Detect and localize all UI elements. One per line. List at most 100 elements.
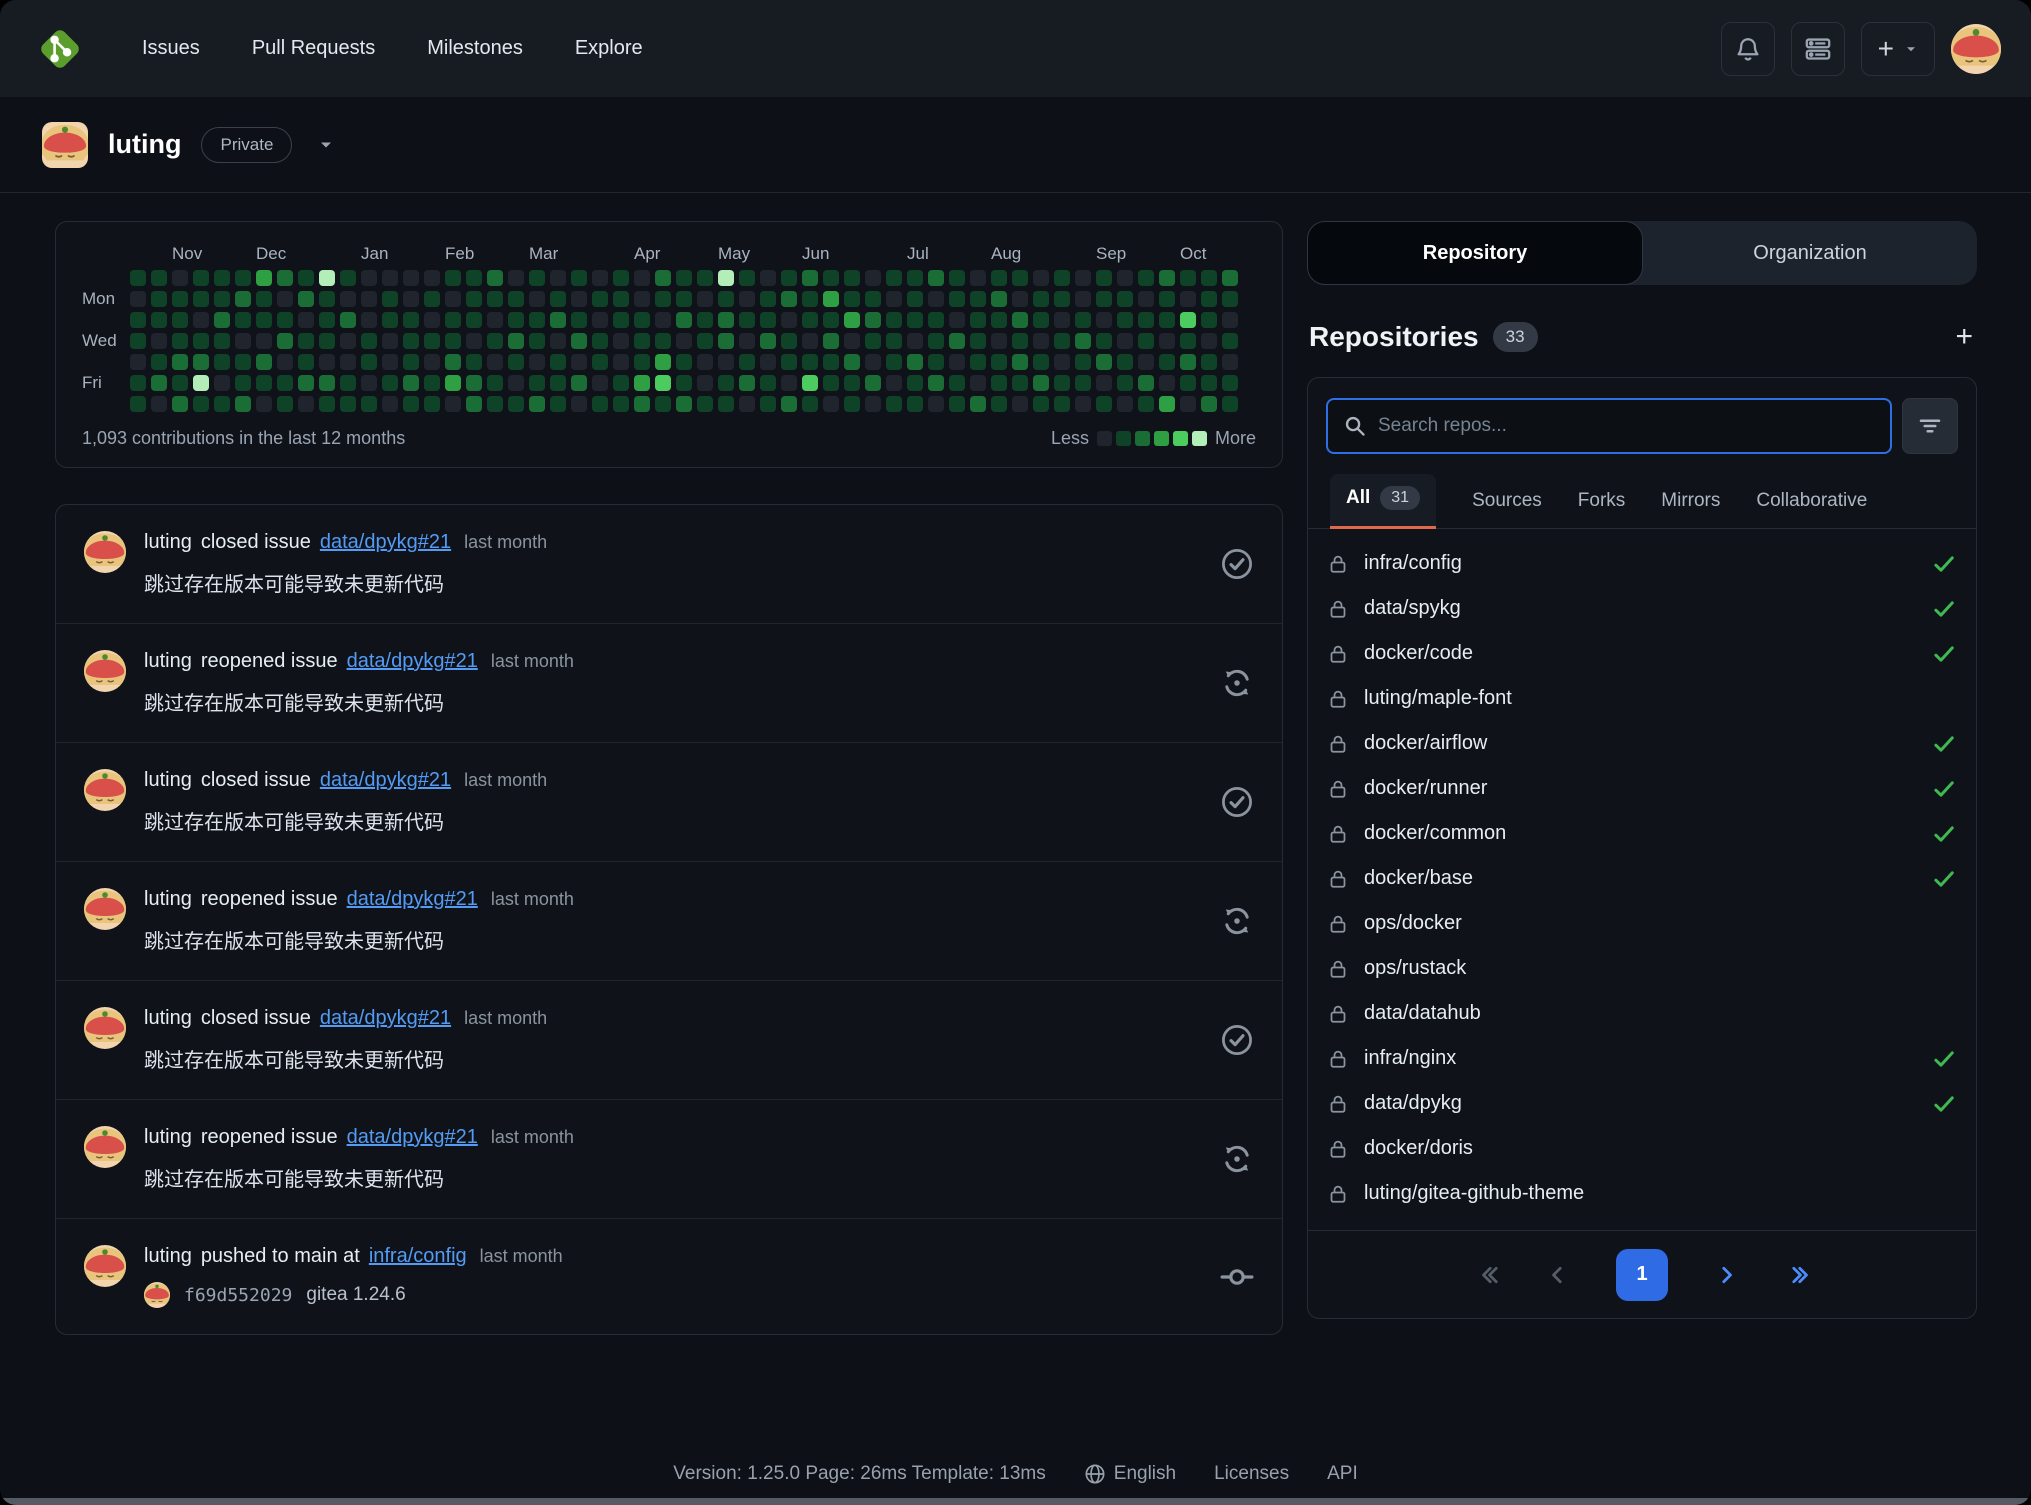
feed-target-link[interactable]: data/dpykg#21 [347, 1126, 478, 1149]
prev-page-button[interactable] [1546, 1263, 1570, 1287]
nav-link-explore[interactable]: Explore [575, 37, 643, 60]
repo-row[interactable]: data/dpykg [1328, 1081, 1956, 1126]
heatmap-cell [1033, 333, 1049, 349]
repo-filter-tab-all[interactable]: All31 [1330, 474, 1436, 529]
user-avatar[interactable] [1951, 24, 2001, 74]
commit-hash-link[interactable]: f69d552029 [184, 1285, 292, 1306]
gitea-logo-icon[interactable] [34, 23, 86, 75]
feed-avatar [84, 888, 126, 930]
repo-row[interactable]: luting/maple-font [1328, 676, 1956, 721]
heatmap-cell [214, 312, 230, 328]
heatmap-cell [151, 312, 167, 328]
feed-actor[interactable]: luting [144, 1126, 192, 1149]
repo-row[interactable]: docker/airflow [1328, 721, 1956, 766]
current-page-button[interactable]: 1 [1616, 1249, 1668, 1301]
repo-row[interactable]: docker/doris [1328, 1126, 1956, 1171]
repo-filter-tab-sources[interactable]: Sources [1472, 478, 1542, 528]
repo-row[interactable]: infra/nginx [1328, 1036, 1956, 1081]
heatmap-cell [214, 270, 230, 286]
heatmap-cell [550, 291, 566, 307]
heatmap-cell [193, 291, 209, 307]
check-icon [1932, 732, 1956, 756]
feed-target-link[interactable]: data/dpykg#21 [320, 769, 451, 792]
next-page-button[interactable] [1714, 1263, 1738, 1287]
lock-icon [1328, 824, 1348, 844]
repo-row[interactable]: docker/base [1328, 856, 1956, 901]
heatmap-cell [130, 270, 146, 286]
feed-action: reopened issue [201, 1126, 338, 1149]
repo-row[interactable]: infra/config [1328, 541, 1956, 586]
repo-row[interactable]: docker/runner [1328, 766, 1956, 811]
feed-target-link[interactable]: data/dpykg#21 [347, 650, 478, 673]
repo-row[interactable]: data/spykg [1328, 586, 1956, 631]
feed-target-link[interactable]: data/dpykg#21 [320, 1007, 451, 1030]
feed-issue-title: 跳过存在版本可能导致未更新代码 [144, 806, 1202, 835]
heatmap-cell [214, 375, 230, 391]
feed-target-link[interactable]: data/dpykg#21 [347, 888, 478, 911]
bell-icon [1735, 36, 1761, 62]
heatmap-cell [823, 375, 839, 391]
heatmap-cell [676, 396, 692, 412]
heatmap-cell [1012, 354, 1028, 370]
feed-actor[interactable]: luting [144, 769, 192, 792]
heatmap-cell [1096, 312, 1112, 328]
last-page-button[interactable] [1784, 1263, 1808, 1287]
repo-row[interactable]: docker/common [1328, 811, 1956, 856]
nav-link-issues[interactable]: Issues [142, 37, 200, 60]
heatmap-cell [970, 354, 986, 370]
repo-search-input[interactable] [1378, 415, 1874, 437]
feed-actor[interactable]: luting [144, 1007, 192, 1030]
heatmap-cell [613, 354, 629, 370]
nav-link-milestones[interactable]: Milestones [427, 37, 523, 60]
server-panel-button[interactable] [1791, 22, 1845, 76]
repo-filter-tab-forks[interactable]: Forks [1578, 478, 1626, 528]
chevron-down-icon[interactable] [318, 137, 334, 153]
heatmap-cell [256, 270, 272, 286]
heatmap-cell [613, 270, 629, 286]
heatmap-cell [634, 354, 650, 370]
heatmap-cell [907, 270, 923, 286]
repo-row[interactable]: ops/rustack [1328, 946, 1956, 991]
legend-swatch [1173, 431, 1188, 446]
heatmap-cell [1138, 354, 1154, 370]
feed-target-link[interactable]: data/dpykg#21 [320, 531, 451, 554]
heatmap-cell [508, 375, 524, 391]
heatmap-cell [340, 333, 356, 349]
repo-row[interactable]: docker/code [1328, 631, 1956, 676]
feed-target-link[interactable]: infra/config [369, 1245, 467, 1268]
new-repository-button[interactable]: + [1955, 322, 1973, 352]
repo-row[interactable]: luting/gitea-github-theme [1328, 1171, 1956, 1216]
repo-filter-button[interactable] [1902, 398, 1958, 454]
heatmap-cell [760, 354, 776, 370]
feed-actor[interactable]: luting [144, 531, 192, 554]
heatmap-cell [970, 375, 986, 391]
tab-repository[interactable]: Repository [1307, 221, 1643, 285]
feed-actor[interactable]: luting [144, 650, 192, 673]
feed-item: lutingreopened issuedata/dpykg#21last mo… [56, 623, 1282, 742]
heatmap-cell [235, 333, 251, 349]
repo-name: docker/airflow [1364, 732, 1487, 755]
footer-link-english[interactable]: English [1084, 1463, 1176, 1485]
heatmap-month-label: Jan [361, 244, 388, 264]
first-page-button[interactable] [1476, 1263, 1500, 1287]
repo-filter-tab-collaborative[interactable]: Collaborative [1756, 478, 1867, 528]
repo-filter-tab-mirrors[interactable]: Mirrors [1661, 478, 1720, 528]
notifications-button[interactable] [1721, 22, 1775, 76]
tab-organization[interactable]: Organization [1643, 221, 1977, 285]
footer-link-api[interactable]: API [1327, 1463, 1358, 1485]
repo-row[interactable]: ops/docker [1328, 901, 1956, 946]
heatmap-cell [235, 396, 251, 412]
heatmap-cell [823, 312, 839, 328]
heatmap-cell [130, 291, 146, 307]
heatmap-cell [571, 396, 587, 412]
repo-row[interactable]: data/datahub [1328, 991, 1956, 1036]
feed-actor[interactable]: luting [144, 1245, 192, 1268]
feed-actor[interactable]: luting [144, 888, 192, 911]
nav-link-pull-requests[interactable]: Pull Requests [252, 37, 375, 60]
heatmap-cell [466, 270, 482, 286]
heatmap-cell [781, 291, 797, 307]
create-new-button[interactable]: + [1861, 22, 1935, 76]
footer-link-licenses[interactable]: Licenses [1214, 1463, 1289, 1485]
heatmap-cell [382, 333, 398, 349]
heatmap-cell [655, 312, 671, 328]
